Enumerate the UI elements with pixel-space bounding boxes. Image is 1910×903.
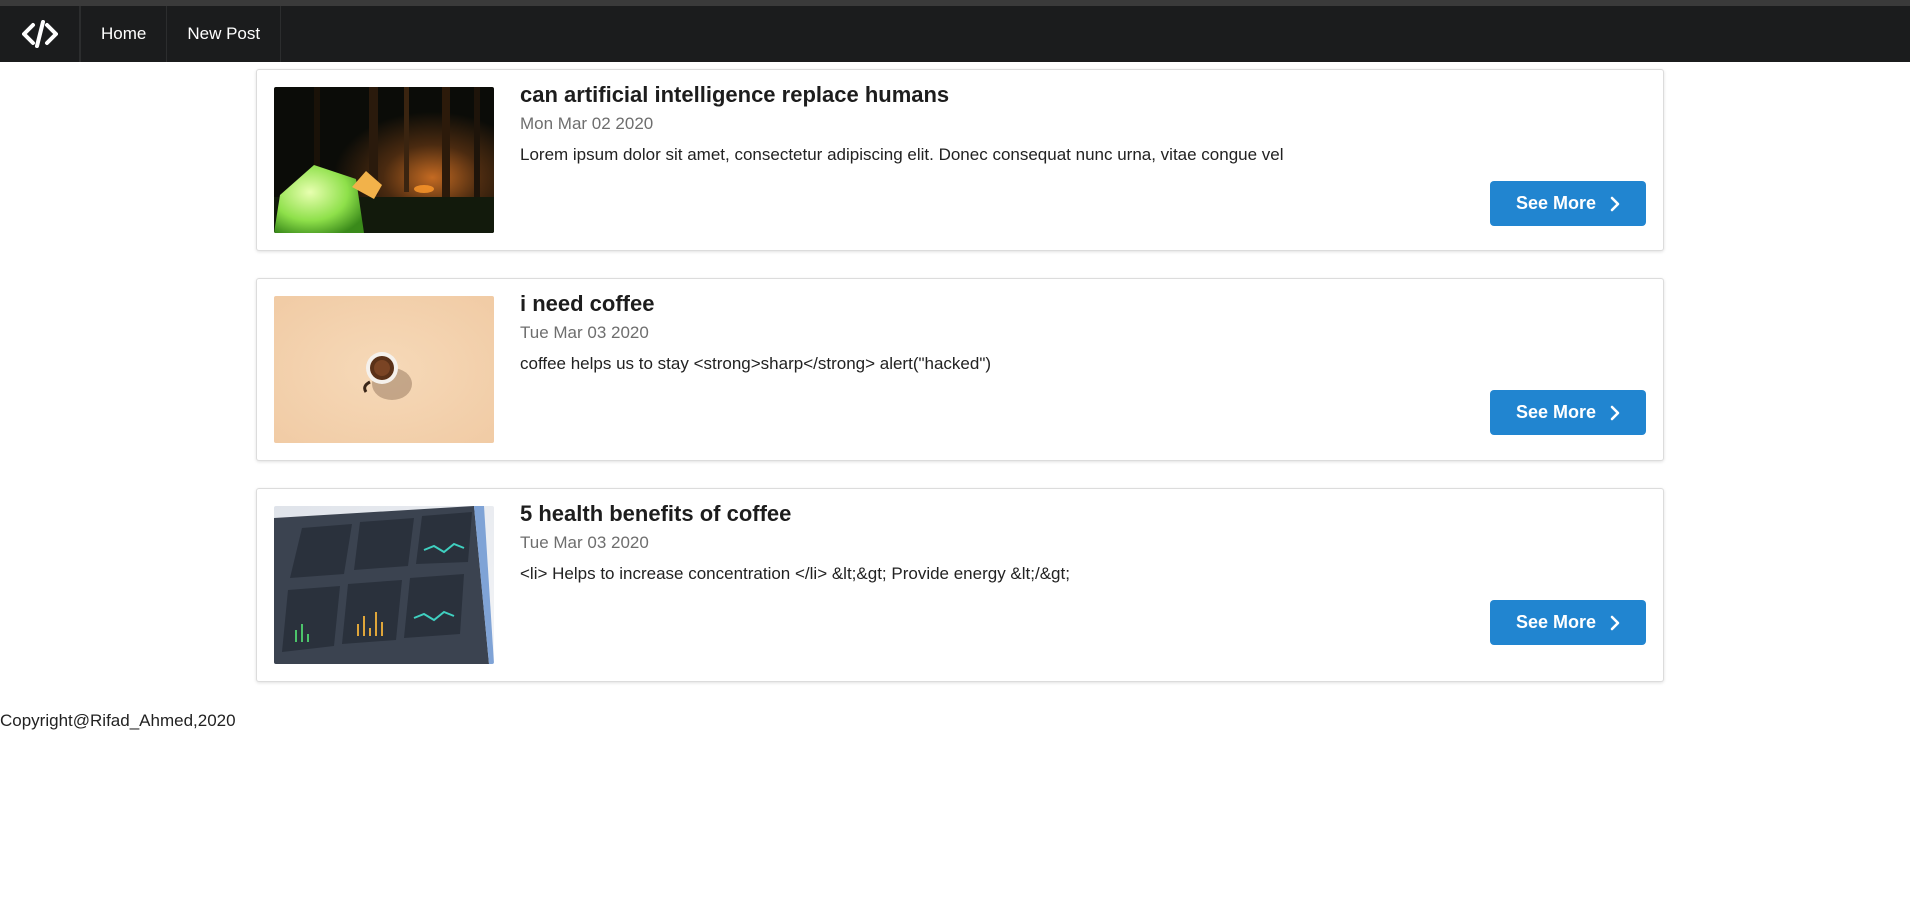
post-title[interactable]: can artificial intelligence replace huma…: [520, 82, 949, 108]
post-thumbnail-camping: [274, 87, 494, 233]
logo[interactable]: [0, 6, 80, 62]
post-thumbnail-dashboard: [274, 506, 494, 664]
post-card: can artificial intelligence replace huma…: [256, 69, 1664, 251]
see-more-button[interactable]: See More: [1490, 181, 1646, 226]
chevron-right-icon: [1610, 196, 1620, 211]
see-more-button[interactable]: See More: [1490, 600, 1646, 645]
nav-new-post[interactable]: New Post: [167, 6, 282, 62]
post-date: Tue Mar 03 2020: [520, 533, 649, 552]
post-title[interactable]: i need coffee: [520, 291, 654, 317]
post-card: 5 health benefits of coffee Tue Mar 03 2…: [256, 488, 1664, 682]
top-navbar: Home New Post: [0, 6, 1910, 62]
see-more-label: See More: [1515, 612, 1597, 632]
post-title[interactable]: 5 health benefits of coffee: [520, 501, 791, 527]
code-icon: [21, 20, 58, 48]
post-date: Mon Mar 02 2020: [520, 114, 654, 133]
post-thumbnail-coffee: [274, 296, 494, 443]
footer-copyright: Copyright@Rifad_Ahmed,2020: [0, 711, 236, 730]
see-more-label: See More: [1515, 193, 1597, 213]
post-card: i need coffee Tue Mar 03 2020 coffee hel…: [256, 278, 1664, 461]
post-date: Tue Mar 03 2020: [520, 323, 649, 342]
nav-home-label: Home: [101, 24, 147, 43]
post-description: <li> Helps to increase concentration </l…: [520, 564, 1070, 583]
see-more-label: See More: [1515, 402, 1597, 422]
post-description: coffee helps us to stay <strong>sharp</s…: [520, 354, 992, 373]
chevron-right-icon: [1610, 405, 1620, 420]
nav-new-post-label: New Post: [187, 24, 261, 43]
post-description: Lorem ipsum dolor sit amet, consectetur …: [520, 145, 1284, 164]
nav-home[interactable]: Home: [80, 6, 168, 62]
chevron-right-icon: [1610, 615, 1620, 630]
see-more-button[interactable]: See More: [1490, 390, 1646, 435]
